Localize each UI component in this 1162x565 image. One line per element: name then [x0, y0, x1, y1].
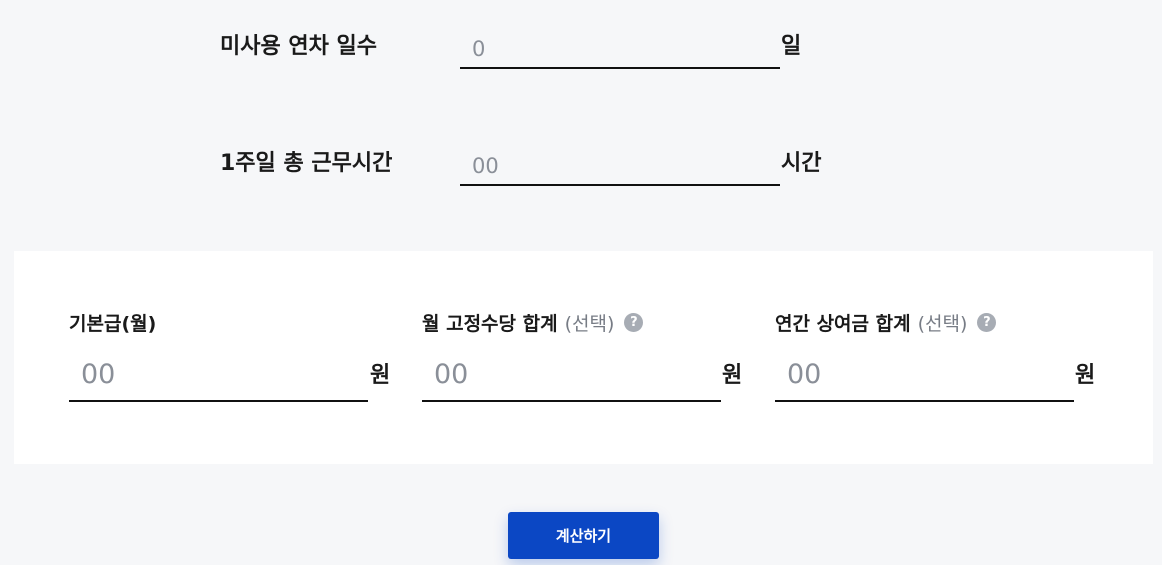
monthly-allowance-input[interactable] [422, 348, 721, 402]
monthly-allowance-field: 월 고정수당 합계 (선택) ? 원 [422, 251, 752, 464]
annual-bonus-input[interactable] [775, 348, 1074, 402]
monthly-allowance-optional-label: (선택) [564, 313, 615, 335]
unused-leave-input[interactable] [460, 31, 780, 69]
base-salary-input[interactable] [69, 348, 368, 402]
monthly-allowance-label: 월 고정수당 합계 [422, 313, 558, 335]
monthly-allowance-help-icon[interactable]: ? [624, 313, 644, 332]
annual-bonus-unit: 원 [1075, 363, 1096, 388]
monthly-allowance-label-group: 월 고정수당 합계 (선택) ? [422, 309, 644, 336]
weekly-hours-label: 1주일 총 근무시간 [220, 151, 393, 176]
weekly-hours-unit: 시간 [781, 151, 822, 176]
unused-leave-label: 미사용 연차 일수 [220, 34, 377, 59]
monthly-allowance-unit: 원 [722, 363, 743, 388]
unused-leave-unit: 일 [781, 34, 802, 59]
annual-bonus-field: 연간 상여금 합계 (선택) ? 원 [775, 251, 1105, 464]
base-salary-field: 기본급(월) 원 [69, 251, 399, 464]
annual-bonus-help-icon[interactable]: ? [977, 313, 997, 332]
base-salary-unit: 원 [370, 363, 391, 388]
base-salary-label: 기본급(월) [69, 313, 157, 335]
salary-card: 기본급(월) 원 월 고정수당 합계 (선택) ? 원 연간 상여금 합계 (선… [14, 251, 1153, 464]
annual-bonus-label-group: 연간 상여금 합계 (선택) ? [775, 309, 997, 336]
weekly-hours-input[interactable] [460, 148, 780, 186]
base-salary-label-group: 기본급(월) [69, 309, 156, 336]
annual-bonus-label: 연간 상여금 합계 [775, 313, 911, 335]
calculate-button[interactable]: 계산하기 [508, 512, 659, 559]
annual-bonus-optional-label: (선택) [917, 313, 968, 335]
